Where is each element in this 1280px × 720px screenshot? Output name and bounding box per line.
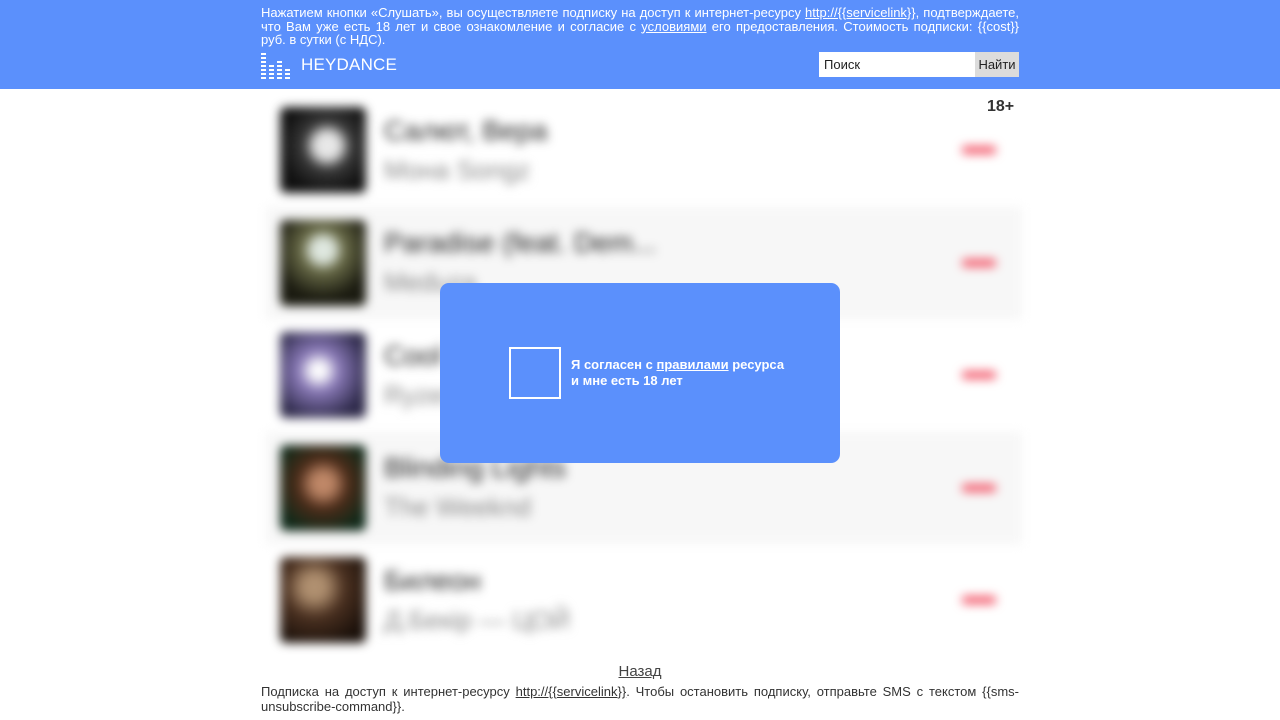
album-cover	[280, 332, 366, 419]
consent-label: ресурса	[728, 357, 785, 372]
track-row[interactable]: Салют, Вера Мона Songz	[266, 94, 1022, 207]
album-cover	[280, 107, 366, 194]
search-input[interactable]	[819, 52, 975, 77]
search-form: Найти	[819, 52, 1019, 77]
play-button[interactable]	[962, 146, 996, 155]
footer-service-link[interactable]: http://{{servicelink}}	[516, 684, 627, 699]
logo[interactable]: HEYDANCE	[261, 51, 397, 79]
track-title: Paradise (feat. Dem...	[384, 227, 657, 259]
rules-link[interactable]: правилами	[656, 357, 728, 372]
album-cover	[280, 219, 366, 306]
track-artist: Мона Songz	[384, 154, 531, 185]
track-artist: The Weeknd	[384, 492, 531, 523]
logo-text: HEYDANCE	[301, 55, 398, 74]
header: Нажатием кнопки «Слушать», вы осуществля…	[0, 0, 1280, 89]
back-container: Назад	[0, 663, 1280, 680]
consent-modal: Я согласен с правилами ресурса и мне есть…	[440, 283, 840, 463]
play-button[interactable]	[962, 596, 996, 605]
play-button[interactable]	[962, 258, 996, 267]
footer-text: Подписка на доступ к интернет-ресурсу	[261, 684, 516, 699]
consent-text: Я согласен с правилами ресурса и мне есть…	[571, 357, 791, 389]
track-text: Билеон Д.Бекiр — ЦОЙ	[384, 565, 570, 636]
search-button[interactable]: Найти	[975, 52, 1019, 77]
equalizer-icon	[261, 53, 290, 79]
track-title: Билеон	[384, 564, 481, 596]
back-link[interactable]: Назад	[619, 663, 662, 680]
footer-note: Подписка на доступ к интернет-ресурсу ht…	[261, 684, 1019, 714]
album-cover	[280, 557, 366, 644]
album-cover	[280, 444, 366, 531]
subscription-disclaimer: Нажатием кнопки «Слушать», вы осуществля…	[261, 6, 1019, 47]
play-button[interactable]	[962, 371, 996, 380]
consent-label: Я согласен с	[571, 357, 657, 372]
track-title: Салют, Вера	[384, 114, 548, 146]
track-artist: Д.Бекiр — ЦОЙ	[384, 604, 570, 635]
consent-checkbox[interactable]	[509, 347, 561, 399]
play-button[interactable]	[962, 483, 996, 492]
consent-label: и мне есть 18 лет	[571, 373, 683, 388]
track-text: Салют, Вера Мона Songz	[384, 115, 548, 186]
track-row[interactable]: Билеон Д.Бекiр — ЦОЙ	[266, 544, 1022, 657]
terms-link[interactable]: условиями	[641, 19, 706, 34]
